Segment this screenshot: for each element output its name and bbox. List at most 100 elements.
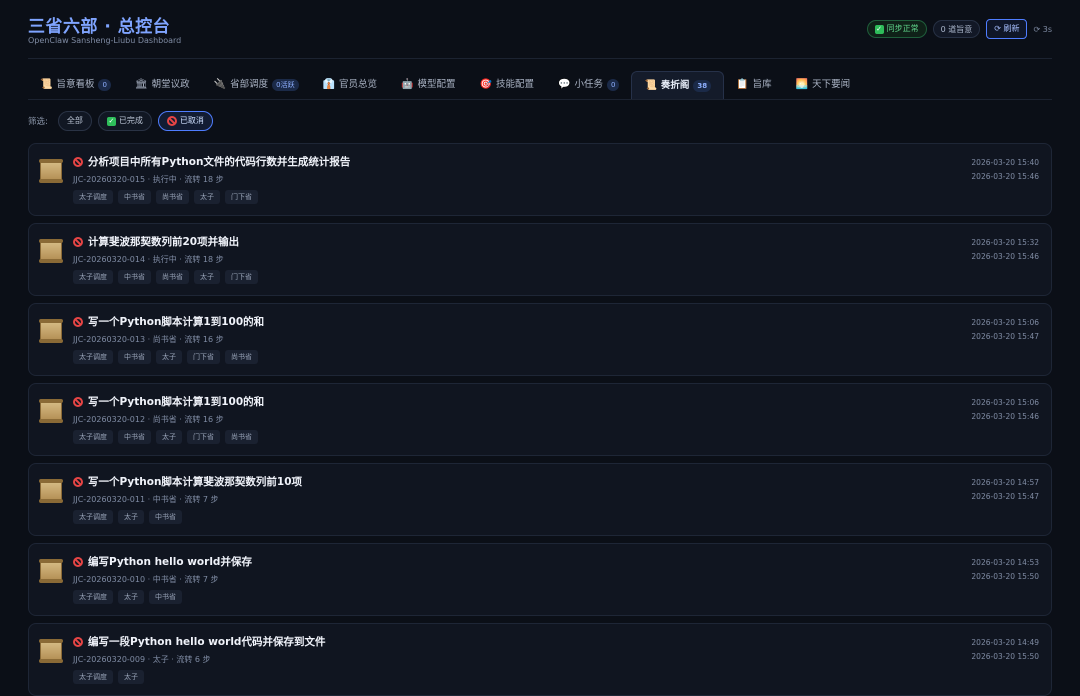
prohibited-icon xyxy=(73,156,83,167)
memorial-title: 编写Python hello world并保存 xyxy=(88,556,252,568)
memorial-times: 2026-03-20 15:06 2026-03-20 15:47 xyxy=(971,316,1039,344)
department-tag: 中书省 xyxy=(118,190,151,204)
memorial-tags: 太子调度 太子 中书省 xyxy=(73,510,182,524)
filter-cancelled-button[interactable]: 已取消 xyxy=(157,111,213,131)
memorial-tags: 太子调度 中书省 太子 门下省 尚书省 xyxy=(73,430,258,444)
tab-8[interactable]: 📋 旨库 xyxy=(724,71,783,99)
tab-icon: 🌅 xyxy=(795,79,809,90)
tab-4[interactable]: 🤖 模型配置 xyxy=(389,71,467,99)
memorial-tags: 太子调度 中书省 尚书省 太子 门下省 xyxy=(73,270,258,284)
memorial-title: 写一个Python脚本计算1到100的和 xyxy=(88,396,265,408)
memorial-start-time: 2026-03-20 14:53 xyxy=(971,558,1039,567)
memorial-end-time: 2026-03-20 15:46 xyxy=(971,412,1039,421)
prohibited-icon xyxy=(73,556,83,567)
memorial-times: 2026-03-20 15:40 2026-03-20 15:46 xyxy=(971,156,1039,184)
scroll-icon xyxy=(39,159,63,183)
memorial-card[interactable]: 写一个Python脚本计算斐波那契数列前10项 JJC-20260320-011 … xyxy=(28,463,1052,536)
tab-icon: 🏛 xyxy=(134,79,148,90)
memorial-title: 分析项目中所有Python文件的代码行数并生成统计报告 xyxy=(88,156,351,168)
tab-count-badge: 0活跃 xyxy=(272,79,299,91)
memorial-list: 分析项目中所有Python文件的代码行数并生成统计报告 JJC-20260320-… xyxy=(28,143,1052,696)
memorial-times: 2026-03-20 14:49 2026-03-20 15:50 xyxy=(971,636,1039,664)
filter-label: 筛选: xyxy=(28,117,48,127)
memorial-card[interactable]: 编写Python hello world并保存 JJC-20260320-010 … xyxy=(28,543,1052,616)
memorial-end-time: 2026-03-20 15:46 xyxy=(971,172,1039,181)
department-tag: 尚书省 xyxy=(225,430,258,444)
tab-count-badge: 38 xyxy=(693,79,712,92)
tab-count-badge: 0 xyxy=(98,79,111,91)
department-tag: 门下省 xyxy=(187,350,220,364)
scroll-icon xyxy=(39,239,63,263)
memorial-end-time: 2026-03-20 15:50 xyxy=(971,652,1039,661)
memorial-end-time: 2026-03-20 15:47 xyxy=(971,332,1039,341)
memorial-card[interactable]: 编写一段Python hello world代码并保存到文件 JJC-202603… xyxy=(28,623,1052,696)
memorial-tags: 太子调度 太子 中书省 xyxy=(73,590,182,604)
memorial-start-time: 2026-03-20 15:40 xyxy=(971,158,1039,167)
tab-7[interactable]: 📜 奏折阁 38 xyxy=(631,71,725,99)
department-tag: 太子 xyxy=(194,190,220,204)
tab-label: 技能配置 xyxy=(495,79,534,90)
department-tag: 尚书省 xyxy=(225,350,258,364)
tab-icon: 📜 xyxy=(40,79,53,90)
memorial-start-time: 2026-03-20 15:06 xyxy=(971,318,1039,327)
memorial-card[interactable]: 分析项目中所有Python文件的代码行数并生成统计报告 JJC-20260320-… xyxy=(28,143,1052,216)
memorial-title-row: 写一个Python脚本计算1到100的和 xyxy=(73,394,264,409)
auto-refresh-timer: ⟳ 3s xyxy=(1033,24,1052,34)
department-tag: 中书省 xyxy=(118,430,151,444)
app-header: 三省六部 · 总控台 OpenClaw Sansheng-Liubu Dashb… xyxy=(28,0,1052,59)
tab-icon: 👔 xyxy=(322,79,336,90)
tab-icon: 💬 xyxy=(558,79,571,90)
department-tag: 太子调度 xyxy=(73,590,113,604)
prohibited-icon xyxy=(73,316,83,327)
tab-icon: 🤖 xyxy=(401,79,414,90)
filter-done-button[interactable]: ✓ 已完成 xyxy=(97,111,152,131)
department-tag: 太子调度 xyxy=(73,350,113,364)
memorial-card[interactable]: 写一个Python脚本计算1到100的和 JJC-20260320-013 · 尚… xyxy=(28,303,1052,376)
department-tag: 中书省 xyxy=(149,590,182,604)
memorial-end-time: 2026-03-20 15:47 xyxy=(971,492,1039,501)
memorial-title-row: 分析项目中所有Python文件的代码行数并生成统计报告 xyxy=(73,154,350,169)
app-subtitle: OpenClaw Sansheng-Liubu Dashboard xyxy=(28,36,182,45)
tab-label: 奏折阁 xyxy=(660,79,690,91)
refresh-button[interactable]: ⟳ 刷新 xyxy=(986,19,1028,39)
department-tag: 中书省 xyxy=(118,350,151,364)
tab-9[interactable]: 🌅 天下要闻 xyxy=(784,71,862,99)
prohibited-icon xyxy=(73,396,83,407)
tab-label: 官员总览 xyxy=(339,79,378,90)
department-tag: 太子调度 xyxy=(73,430,113,444)
tab-icon: 🔌 xyxy=(213,79,227,90)
department-tag: 中书省 xyxy=(149,510,182,524)
filter-all-button[interactable]: 全部 xyxy=(57,111,92,131)
tab-3[interactable]: 👔 官员总览 xyxy=(311,71,389,99)
memorial-title-row: 写一个Python脚本计算斐波那契数列前10项 xyxy=(73,474,302,489)
department-tag: 门下省 xyxy=(225,190,258,204)
scroll-icon xyxy=(39,639,63,663)
tab-label: 天下要闻 xyxy=(812,79,851,90)
memorial-title: 编写一段Python hello world代码并保存到文件 xyxy=(88,636,326,648)
tab-label: 省部调度 xyxy=(230,79,269,90)
memorial-meta: JJC-20260320-011 · 中书省 · 流转 7 步 xyxy=(73,495,219,504)
scroll-icon xyxy=(39,319,63,343)
tab-icon: 📜 xyxy=(644,79,657,91)
scroll-icon xyxy=(39,399,63,423)
tab-6[interactable]: 💬 小任务 0 xyxy=(546,71,631,99)
tab-label: 旨意看板 xyxy=(56,79,95,90)
filter-done-label: 已完成 xyxy=(118,116,143,125)
filter-all-label: 全部 xyxy=(66,116,83,125)
tab-2[interactable]: 🔌 省部调度 0活跃 xyxy=(202,71,311,99)
check-icon: ✓ xyxy=(106,116,116,126)
tab-1[interactable]: 🏛 朝堂议政 xyxy=(123,71,202,99)
tab-0[interactable]: 📜 旨意看板 0 xyxy=(28,71,123,99)
check-icon: ✓ xyxy=(874,24,884,34)
memorial-meta: JJC-20260320-013 · 尚书省 · 流转 16 步 xyxy=(73,335,224,344)
memorial-start-time: 2026-03-20 15:06 xyxy=(971,398,1039,407)
memorial-card[interactable]: 计算斐波那契数列前20项并输出 JJC-20260320-014 · 执行中 · … xyxy=(28,223,1052,296)
memorial-card[interactable]: 写一个Python脚本计算1到100的和 JJC-20260320-012 · 尚… xyxy=(28,383,1052,456)
department-tag: 门下省 xyxy=(187,430,220,444)
tab-5[interactable]: 🎯 技能配置 xyxy=(468,71,546,99)
memorial-tags: 太子调度 中书省 尚书省 太子 门下省 xyxy=(73,190,258,204)
department-tag: 太子调度 xyxy=(73,510,113,524)
department-tag: 太子 xyxy=(156,430,182,444)
scroll-icon xyxy=(39,559,63,583)
department-tag: 太子 xyxy=(118,670,144,684)
